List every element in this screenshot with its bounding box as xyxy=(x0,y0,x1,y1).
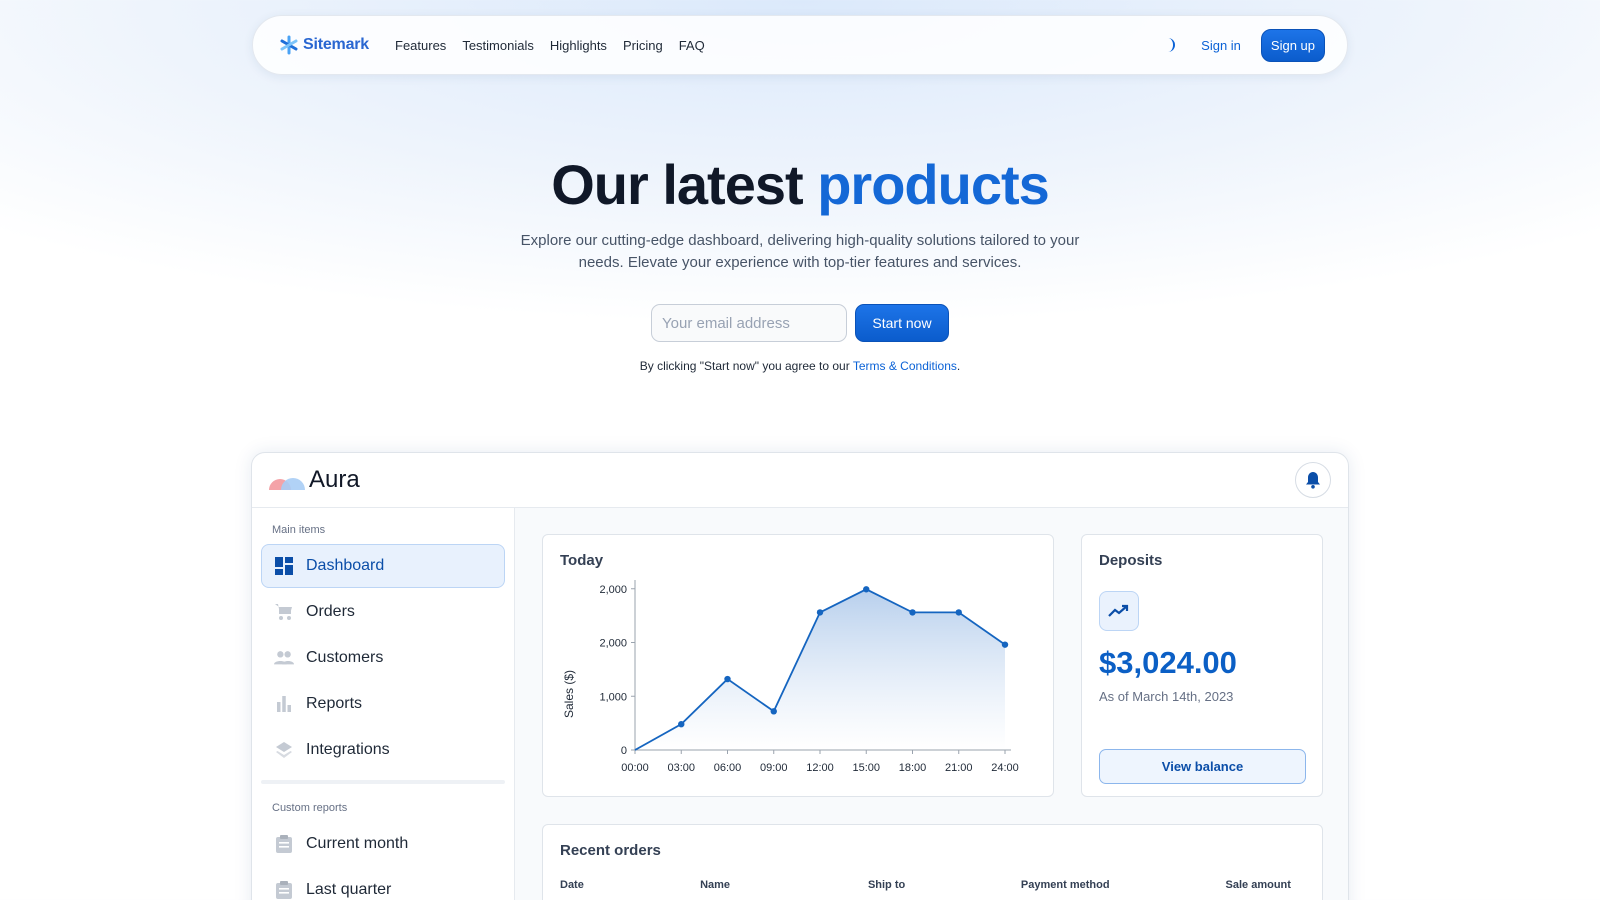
email-signup-form: Start now xyxy=(651,304,949,342)
sidebar-item-label: Current month xyxy=(306,835,409,852)
brand-name: Sitemark xyxy=(303,36,369,53)
sales-chart: 0 1,000 2,000 2,000 00:00 03:00 06:00 09:00 12:0… xyxy=(562,580,1019,774)
x-tick-label: 15:00 xyxy=(852,762,880,774)
clipboard-icon xyxy=(274,880,294,900)
column-header-name[interactable]: Name xyxy=(700,879,868,891)
column-header-payment-method[interactable]: Payment method xyxy=(1021,879,1226,891)
dashboard-preview: Aura Main items Dashboard Orders Custome… xyxy=(251,452,1349,900)
moon-icon xyxy=(1168,38,1176,52)
deposit-date: As of March 14th, 2023 xyxy=(1099,689,1234,704)
nav-actions: Sign in Sign up xyxy=(1159,28,1325,62)
y-tick-label: 0 xyxy=(621,745,627,757)
top-navbar: Sitemark Features Testimonials Highlight… xyxy=(252,15,1348,75)
y-tick-label: 2,000 xyxy=(599,638,627,650)
y-axis-label: Sales ($) xyxy=(562,670,576,718)
nav-link-highlights[interactable]: Highlights xyxy=(550,38,607,53)
today-card: Today 0 1,000 2,000 2,000 00:00 03:00 06:00 09:… xyxy=(542,534,1054,797)
notifications-button[interactable] xyxy=(1295,462,1331,498)
x-tick-label: 12:00 xyxy=(806,762,834,774)
x-tick-label: 09:00 xyxy=(760,762,788,774)
sidebar-item-integrations[interactable]: Integrations xyxy=(261,728,505,772)
sales-point xyxy=(1001,641,1009,648)
clipboard-icon xyxy=(274,834,294,854)
nav-link-testimonials[interactable]: Testimonials xyxy=(462,38,534,53)
sidebar-item-last-quarter[interactable]: Last quarter xyxy=(261,868,505,900)
email-input[interactable] xyxy=(651,304,847,342)
sales-point xyxy=(863,586,870,593)
bell-icon xyxy=(1306,472,1320,489)
sales-point xyxy=(909,609,916,616)
trending-up-icon xyxy=(1099,591,1139,631)
sidebar-item-label: Customers xyxy=(306,649,384,666)
column-header-sale-amount[interactable]: Sale amount xyxy=(1226,879,1305,891)
dashboard-body: Main items Dashboard Orders Customers Re… xyxy=(252,508,1348,900)
deposits-card: Deposits $3,024.00 As of March 14th, 202… xyxy=(1081,534,1323,797)
nav-link-pricing[interactable]: Pricing xyxy=(623,38,663,53)
orders-table-header: Date Name Ship to Payment method Sale am… xyxy=(560,879,1305,891)
sign-in-button[interactable]: Sign in xyxy=(1201,38,1241,53)
recent-orders-card: Recent orders Date Name Ship to Payment … xyxy=(542,824,1323,900)
sidebar-item-label: Reports xyxy=(306,695,363,712)
sidebar-item-customers[interactable]: Customers xyxy=(261,636,505,680)
sidebar-item-label: Integrations xyxy=(306,741,390,758)
hero-title-main: Our latest xyxy=(551,153,818,216)
layers-icon xyxy=(274,740,294,760)
hero-subtitle: Explore our cutting-edge dashboard, deli… xyxy=(520,232,1080,271)
sidebar-item-label: Orders xyxy=(306,603,355,620)
y-tick-label: 2,000 xyxy=(599,584,627,596)
sales-point xyxy=(724,675,731,683)
start-now-button[interactable]: Start now xyxy=(855,304,949,342)
terms-prefix: By clicking "Start now" you agree to our xyxy=(639,359,853,373)
deposits-title: Deposits xyxy=(1099,552,1163,569)
x-tick-label: 06:00 xyxy=(714,762,742,774)
nav-link-faq[interactable]: FAQ xyxy=(679,38,705,53)
sidebar-heading-custom: Custom reports xyxy=(272,802,348,814)
column-header-date[interactable]: Date xyxy=(560,879,700,891)
people-icon xyxy=(274,648,294,668)
dashboard-header: Aura xyxy=(252,453,1348,508)
sidebar-item-current-month[interactable]: Current month xyxy=(261,822,505,866)
view-balance-button[interactable]: View balance xyxy=(1099,749,1306,784)
terms-link[interactable]: Terms & Conditions xyxy=(853,359,957,373)
nav-link-features[interactable]: Features xyxy=(395,38,446,53)
deposit-amount: $3,024.00 xyxy=(1099,645,1237,680)
sales-point xyxy=(955,609,962,616)
dashboard-sidebar: Main items Dashboard Orders Customers Re… xyxy=(252,508,515,900)
sidebar-divider xyxy=(261,780,505,784)
recent-orders-title: Recent orders xyxy=(560,842,661,859)
sidebar-item-reports[interactable]: Reports xyxy=(261,682,505,726)
aura-logo[interactable]: Aura xyxy=(269,466,360,494)
sales-point xyxy=(678,721,685,728)
sidebar-item-label: Last quarter xyxy=(306,881,392,898)
aura-brand-name: Aura xyxy=(309,466,360,493)
sales-point xyxy=(816,609,824,616)
terms-notice: By clicking "Start now" you agree to our… xyxy=(0,359,1600,373)
sidebar-item-label: Dashboard xyxy=(306,557,385,574)
column-header-ship-to[interactable]: Ship to xyxy=(868,879,1021,891)
sidebar-item-dashboard[interactable]: Dashboard xyxy=(261,544,505,588)
sitemark-logo[interactable]: Sitemark xyxy=(279,35,369,55)
hero-title-accent: products xyxy=(817,153,1050,216)
dashboard-icon xyxy=(274,556,294,576)
dashboard-main: Today 0 1,000 2,000 2,000 00:00 03:00 06:00 09:… xyxy=(515,508,1348,900)
theme-toggle[interactable] xyxy=(1159,34,1181,56)
x-tick-label: 18:00 xyxy=(899,762,927,774)
sales-point xyxy=(770,708,777,715)
aura-logo-icon xyxy=(269,478,305,490)
bar-chart-icon xyxy=(274,694,294,714)
sitemark-logo-icon xyxy=(280,35,298,55)
sidebar-item-orders[interactable]: Orders xyxy=(261,590,505,634)
hero-title: Our latest products xyxy=(0,152,1600,217)
x-tick-label: 03:00 xyxy=(667,762,695,774)
terms-suffix: . xyxy=(956,359,961,373)
x-tick-label: 24:00 xyxy=(991,762,1019,774)
y-tick-label: 1,000 xyxy=(599,691,627,703)
nav-links: Features Testimonials Highlights Pricing… xyxy=(395,38,705,53)
x-tick-label: 21:00 xyxy=(945,762,973,774)
sidebar-heading-main: Main items xyxy=(272,524,326,536)
x-tick-label: 00:00 xyxy=(621,762,649,774)
cart-icon xyxy=(274,602,294,622)
sign-up-button[interactable]: Sign up xyxy=(1260,28,1325,62)
